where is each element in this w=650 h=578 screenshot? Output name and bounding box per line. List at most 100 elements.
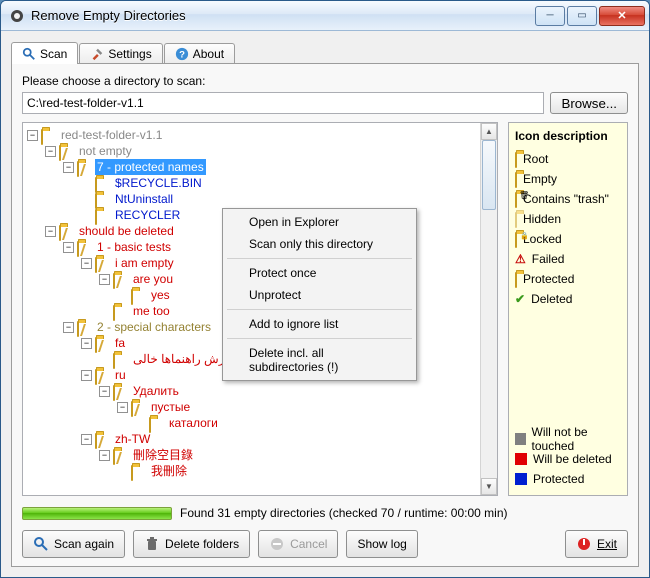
swatch-red [515, 453, 527, 465]
folder-icon [113, 384, 129, 398]
ctx-sep [227, 258, 412, 259]
warning-icon: ⚠ [515, 252, 526, 266]
folder-icon [515, 172, 517, 186]
folder-icon [95, 256, 111, 270]
tree-ru[interactable]: ru [113, 367, 128, 383]
legend-prot: Protected [533, 472, 584, 486]
folder-icon [95, 432, 111, 446]
status-text: Found 31 empty directories (checked 70 /… [180, 506, 508, 520]
legend-failed: Failed [532, 252, 565, 266]
tab-settings-label: Settings [108, 47, 151, 61]
ctx-delete-all[interactable]: Delete incl. all subdirectories (!) [225, 342, 414, 378]
tree-areyou[interactable]: are you [131, 271, 175, 287]
folder-icon [77, 160, 93, 174]
directory-input[interactable] [22, 92, 544, 114]
tree-zh1[interactable]: 刪除空目錄 [131, 447, 195, 463]
progress-bar [22, 507, 172, 520]
scan-again-label: Scan again [54, 537, 114, 551]
magnifier-icon [33, 536, 49, 552]
tree-protected[interactable]: 7 - protected names [95, 159, 206, 175]
tree-metoo[interactable]: me too [131, 303, 172, 319]
browse-button[interactable]: Browse... [550, 92, 628, 114]
scroll-down[interactable]: ▼ [481, 478, 497, 495]
tree-zh[interactable]: zh-TW [113, 431, 152, 447]
folder-icon [95, 176, 111, 190]
root-icon [515, 152, 517, 166]
tree-should-delete[interactable]: should be deleted [77, 223, 176, 239]
legend-protected: Protected [523, 272, 574, 286]
folder-icon [95, 336, 111, 350]
tree-special[interactable]: 2 - special characters [95, 319, 213, 335]
tab-settings[interactable]: Settings [79, 43, 162, 64]
ctx-unprotect[interactable]: Unprotect [225, 284, 414, 306]
show-log-button[interactable]: Show log [346, 530, 417, 558]
show-log-label: Show log [357, 537, 406, 551]
content-area: Scan Settings ? About Please choose a di… [1, 31, 649, 577]
folder-icon [113, 304, 129, 318]
delete-folders-button[interactable]: Delete folders [133, 530, 250, 558]
folder-icon [113, 352, 129, 366]
protected-folder-icon [515, 272, 517, 286]
directory-row: Browse... [22, 92, 628, 114]
window-title: Remove Empty Directories [31, 8, 533, 23]
folder-icon [131, 400, 147, 414]
tab-scan[interactable]: Scan [11, 42, 78, 64]
tree-recycle[interactable]: $RECYCLE.BIN [113, 175, 204, 191]
exit-label: Exit [597, 537, 617, 551]
tab-scan-label: Scan [40, 47, 67, 61]
folder-icon [131, 288, 147, 302]
maximize-button[interactable]: ▭ [567, 6, 597, 26]
scroll-thumb[interactable] [482, 140, 496, 210]
close-button[interactable]: ✕ [599, 6, 645, 26]
folder-icon [59, 224, 75, 238]
locked-folder-icon [515, 232, 517, 246]
ctx-protect-once[interactable]: Protect once [225, 262, 414, 284]
tree-zh2[interactable]: 我刪除 [149, 463, 189, 479]
tab-about[interactable]: ? About [164, 43, 235, 64]
legend-hidden: Hidden [523, 212, 561, 226]
legend-panel: Icon description Root Empty Contains "tr… [508, 122, 628, 496]
tab-about-label: About [193, 47, 224, 61]
delete-folders-label: Delete folders [165, 537, 239, 551]
folder-icon [95, 192, 111, 206]
context-menu: Open in Explorer Scan only this director… [222, 208, 417, 381]
tree-yes[interactable]: yes [149, 287, 172, 303]
scan-again-button[interactable]: Scan again [22, 530, 125, 558]
tree-recycler[interactable]: RECYCLER [113, 207, 182, 223]
cancel-icon [269, 536, 285, 552]
swatch-gray [515, 433, 526, 445]
folder-icon [77, 240, 93, 254]
ctx-open-explorer[interactable]: Open in Explorer [225, 211, 414, 233]
tree-ru1[interactable]: Удалить [131, 383, 181, 399]
ctx-sep [227, 309, 412, 310]
tree-ru2[interactable]: пустые [149, 399, 192, 415]
minimize-button[interactable]: ─ [535, 6, 565, 26]
legend-title: Icon description [515, 129, 621, 143]
scroll-up[interactable]: ▲ [481, 123, 497, 140]
trash-icon [144, 536, 160, 552]
folder-icon [149, 416, 165, 430]
legend-deleted: Deleted [531, 292, 572, 306]
tree-root[interactable]: red-test-folder-v1.1 [59, 127, 164, 143]
folder-icon [113, 272, 129, 286]
cancel-label: Cancel [290, 537, 327, 551]
tree-ru3[interactable]: каталоги [167, 415, 220, 431]
legend-empty: Empty [523, 172, 557, 186]
exit-button[interactable]: Exit [565, 530, 628, 558]
tree-iam[interactable]: i am empty [113, 255, 176, 271]
check-icon: ✔ [515, 292, 525, 306]
folder-icon [131, 464, 147, 478]
tree-basic[interactable]: 1 - basic tests [95, 239, 173, 255]
tree-ntuninstall[interactable]: NtUninstall [113, 191, 175, 207]
ctx-scan-only[interactable]: Scan only this directory [225, 233, 414, 255]
folder-icon [113, 448, 129, 462]
tree-not-empty[interactable]: not empty [77, 143, 134, 159]
ctx-add-ignore[interactable]: Add to ignore list [225, 313, 414, 335]
tree-scrollbar[interactable]: ▲ ▼ [480, 123, 497, 495]
tab-strip: Scan Settings ? About [11, 39, 639, 63]
tree-fa[interactable]: fa [113, 335, 127, 351]
titlebar: Remove Empty Directories ─ ▭ ✕ [1, 1, 649, 31]
swatch-blue [515, 473, 527, 485]
exit-icon [576, 536, 592, 552]
tools-icon [90, 47, 104, 61]
